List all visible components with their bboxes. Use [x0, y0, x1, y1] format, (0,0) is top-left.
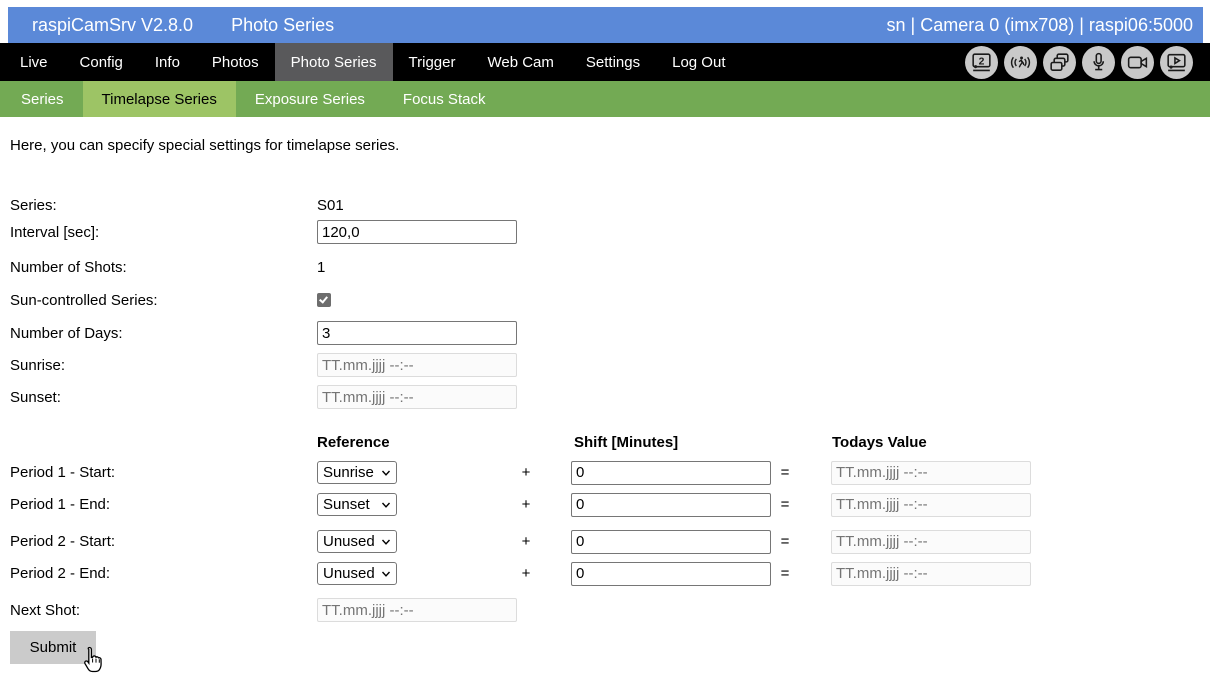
- equals-sign: =: [779, 496, 791, 513]
- period1-start-label: Period 1 - Start:: [10, 464, 317, 481]
- series-label: Series:: [10, 197, 317, 214]
- todays-value-column-header: Todays Value: [832, 434, 927, 451]
- next-shot-input: [317, 598, 517, 622]
- chevron-down-icon: [381, 500, 391, 510]
- number-of-shots-value: 1: [317, 259, 325, 276]
- nav-item-trigger[interactable]: Trigger: [393, 43, 472, 81]
- camera-status-text: sn | Camera 0 (imx708) | raspi06:5000: [887, 15, 1194, 36]
- shift-column-header: Shift [Minutes]: [574, 434, 832, 451]
- tab-timelapse-series[interactable]: Timelapse Series: [83, 81, 236, 117]
- equals-sign: =: [779, 533, 791, 550]
- tab-series[interactable]: Series: [2, 81, 83, 117]
- motion-detection-icon: [1004, 46, 1037, 79]
- photo-series-subnav: Series Timelapse Series Exposure Series …: [0, 81, 1210, 117]
- interval-label: Interval [sec]:: [10, 224, 317, 241]
- period2-end-label: Period 2 - End:: [10, 565, 317, 582]
- number-of-days-label: Number of Days:: [10, 325, 317, 342]
- selected-option-label: Sunrise: [323, 464, 374, 481]
- secondary-display-icon: 2: [965, 46, 998, 79]
- period1-start-todays-value: [831, 461, 1031, 485]
- period2-start-reference-select[interactable]: Unused: [317, 530, 397, 553]
- plus-sign: +: [520, 496, 532, 513]
- nav-item-live[interactable]: Live: [4, 43, 64, 81]
- tab-focus-stack[interactable]: Focus Stack: [384, 81, 505, 117]
- photo-series-icon: [1043, 46, 1076, 79]
- period1-end-label: Period 1 - End:: [10, 496, 317, 513]
- nav-item-config[interactable]: Config: [64, 43, 139, 81]
- main-nav: Live Config Info Photos Photo Series Tri…: [0, 43, 1210, 81]
- video-camera-icon: [1121, 46, 1154, 79]
- series-value: S01: [317, 197, 344, 214]
- period2-start-label: Period 2 - Start:: [10, 533, 317, 550]
- tab-exposure-series[interactable]: Exposure Series: [236, 81, 384, 117]
- period1-end-todays-value: [831, 493, 1031, 517]
- chevron-down-icon: [381, 468, 391, 478]
- plus-sign: +: [520, 565, 532, 582]
- period1-start-reference-select[interactable]: Sunrise: [317, 461, 397, 484]
- chevron-down-icon: [381, 537, 391, 547]
- period2-start-todays-value: [831, 530, 1031, 554]
- period1-end-reference-select[interactable]: Sunset: [317, 493, 397, 516]
- stream-player-icon: [1160, 46, 1193, 79]
- nav-item-photo-series[interactable]: Photo Series: [275, 43, 393, 81]
- nav-item-info[interactable]: Info: [139, 43, 196, 81]
- interval-input[interactable]: [317, 220, 517, 244]
- selected-option-label: Unused: [323, 565, 375, 582]
- nav-item-web-cam[interactable]: Web Cam: [471, 43, 569, 81]
- checkmark-icon: [319, 294, 328, 303]
- plus-sign: +: [520, 464, 532, 481]
- period2-end-shift-input[interactable]: [571, 562, 771, 586]
- period2-end-reference-select[interactable]: Unused: [317, 562, 397, 585]
- svg-text:2: 2: [979, 56, 985, 67]
- period2-end-todays-value: [831, 562, 1031, 586]
- reference-column-header: Reference: [317, 434, 574, 451]
- sun-controlled-checkbox[interactable]: [317, 293, 331, 307]
- period2-start-shift-input[interactable]: [571, 530, 771, 554]
- status-icon-group: 2: [965, 43, 1193, 81]
- period1-start-shift-input[interactable]: [571, 461, 771, 485]
- plus-sign: +: [520, 533, 532, 550]
- nav-item-photos[interactable]: Photos: [196, 43, 275, 81]
- sunrise-label: Sunrise:: [10, 357, 317, 374]
- selected-option-label: Sunset: [323, 496, 370, 513]
- period1-end-shift-input[interactable]: [571, 493, 771, 517]
- app-title: raspiCamSrv V2.8.0: [32, 15, 193, 36]
- sunset-label: Sunset:: [10, 389, 317, 406]
- equals-sign: =: [779, 464, 791, 481]
- sun-controlled-label: Sun-controlled Series:: [10, 292, 317, 309]
- equals-sign: =: [779, 565, 791, 582]
- main-content: Here, you can specify special settings f…: [0, 137, 1210, 664]
- sunrise-input: [317, 353, 517, 377]
- selected-option-label: Unused: [323, 533, 375, 550]
- title-bar: raspiCamSrv V2.8.0 Photo Series sn | Cam…: [8, 7, 1203, 43]
- next-shot-label: Next Shot:: [10, 602, 317, 619]
- nav-item-settings[interactable]: Settings: [570, 43, 656, 81]
- microphone-icon: [1082, 46, 1115, 79]
- page-title: Photo Series: [231, 15, 334, 36]
- number-of-shots-label: Number of Shots:: [10, 259, 317, 276]
- nav-item-log-out[interactable]: Log Out: [656, 43, 741, 81]
- number-of-days-input[interactable]: [317, 321, 517, 345]
- sunset-input: [317, 385, 517, 409]
- intro-text: Here, you can specify special settings f…: [10, 137, 1210, 154]
- header-wrap: raspiCamSrv V2.8.0 Photo Series sn | Cam…: [0, 0, 1210, 43]
- chevron-down-icon: [381, 569, 391, 579]
- submit-button[interactable]: Submit: [10, 631, 96, 664]
